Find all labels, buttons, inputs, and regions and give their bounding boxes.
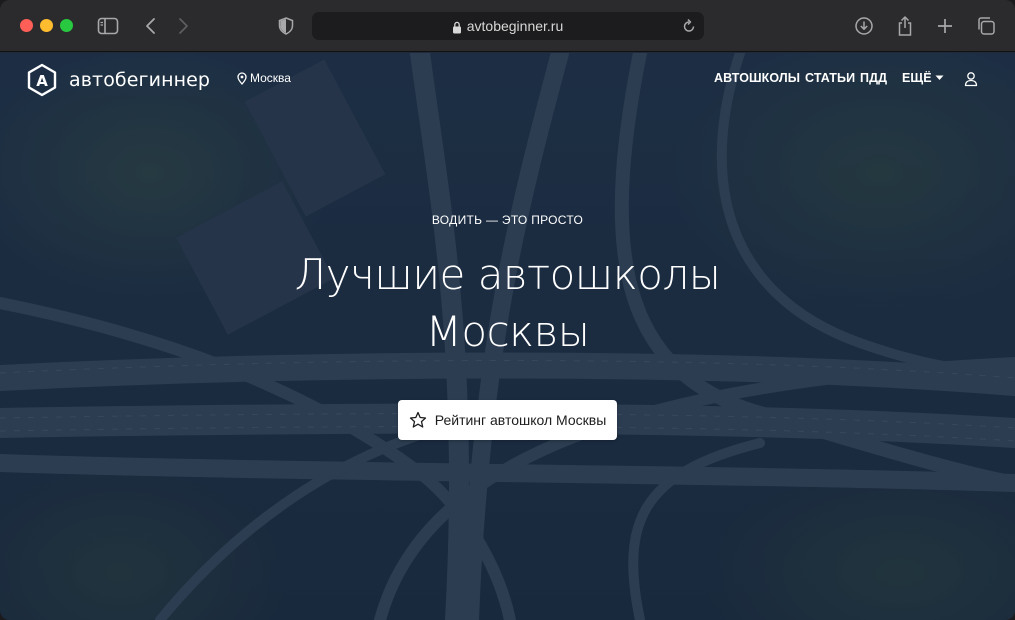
download-icon[interactable] (852, 14, 876, 38)
nav-label: ПДД (860, 71, 888, 85)
nav-label: СТАТЬИ (805, 71, 856, 85)
forward-icon[interactable] (171, 14, 195, 38)
nav-item-driving-schools[interactable]: АВТОШКОЛЫ (714, 71, 800, 85)
shield-icon[interactable] (274, 14, 298, 38)
city-label: Москва (250, 71, 291, 85)
tabs-overview-icon[interactable] (974, 14, 998, 38)
site-logo[interactable]: A автобегиннер (25, 63, 210, 97)
hero-eyebrow: ВОДИТЬ — ЭТО ПРОСТО (431, 213, 584, 227)
cta-label: Рейтинг автошкол Москвы (434, 412, 607, 428)
url-text: avtobeginner.ru (466, 18, 564, 34)
logo-icon: A (27, 63, 57, 97)
location-pin-icon (237, 71, 247, 85)
address-bar[interactable]: avtobeginner.ru (312, 12, 704, 40)
rating-cta-button[interactable]: Рейтинг автошкол Москвы (398, 400, 617, 440)
share-icon[interactable] (893, 14, 917, 38)
caret-down-icon (935, 75, 944, 80)
user-account-icon[interactable] (964, 71, 978, 91)
new-tab-icon[interactable] (933, 14, 957, 38)
nav-label: АВТОШКОЛЫ (714, 71, 801, 85)
nav-item-traffic-rules[interactable]: ПДД (860, 71, 887, 85)
browser-window: avtobeginner.ru A автобегиннер Москва АВ… (0, 0, 1015, 620)
hero-title-line2: Москвы (425, 307, 590, 356)
sidebar-icon[interactable] (96, 14, 120, 38)
nav-item-more[interactable]: ЕЩЁ (902, 71, 944, 85)
nav-item-articles[interactable]: СТАТЬИ (805, 71, 855, 85)
star-icon (409, 411, 426, 428)
hero-title: Лучшие автошколы Москвы (0, 246, 1015, 360)
reload-icon[interactable] (682, 18, 696, 38)
zoom-window-button[interactable] (60, 19, 73, 32)
hero-section: A автобегиннер Москва АВТОШКОЛЫ СТАТЬИ П… (0, 53, 1015, 620)
hero-title-line1: Лучшие автошколы (294, 250, 721, 299)
nav-label: ЕЩЁ (902, 71, 932, 85)
back-icon[interactable] (139, 14, 163, 38)
logo-letter: A (36, 72, 48, 90)
close-window-button[interactable] (20, 19, 33, 32)
city-selector[interactable]: Москва (237, 71, 291, 85)
lock-icon (452, 19, 462, 38)
browser-toolbar: avtobeginner.ru (0, 0, 1015, 52)
minimize-window-button[interactable] (40, 19, 53, 32)
logo-text: автобегиннер (69, 69, 211, 91)
